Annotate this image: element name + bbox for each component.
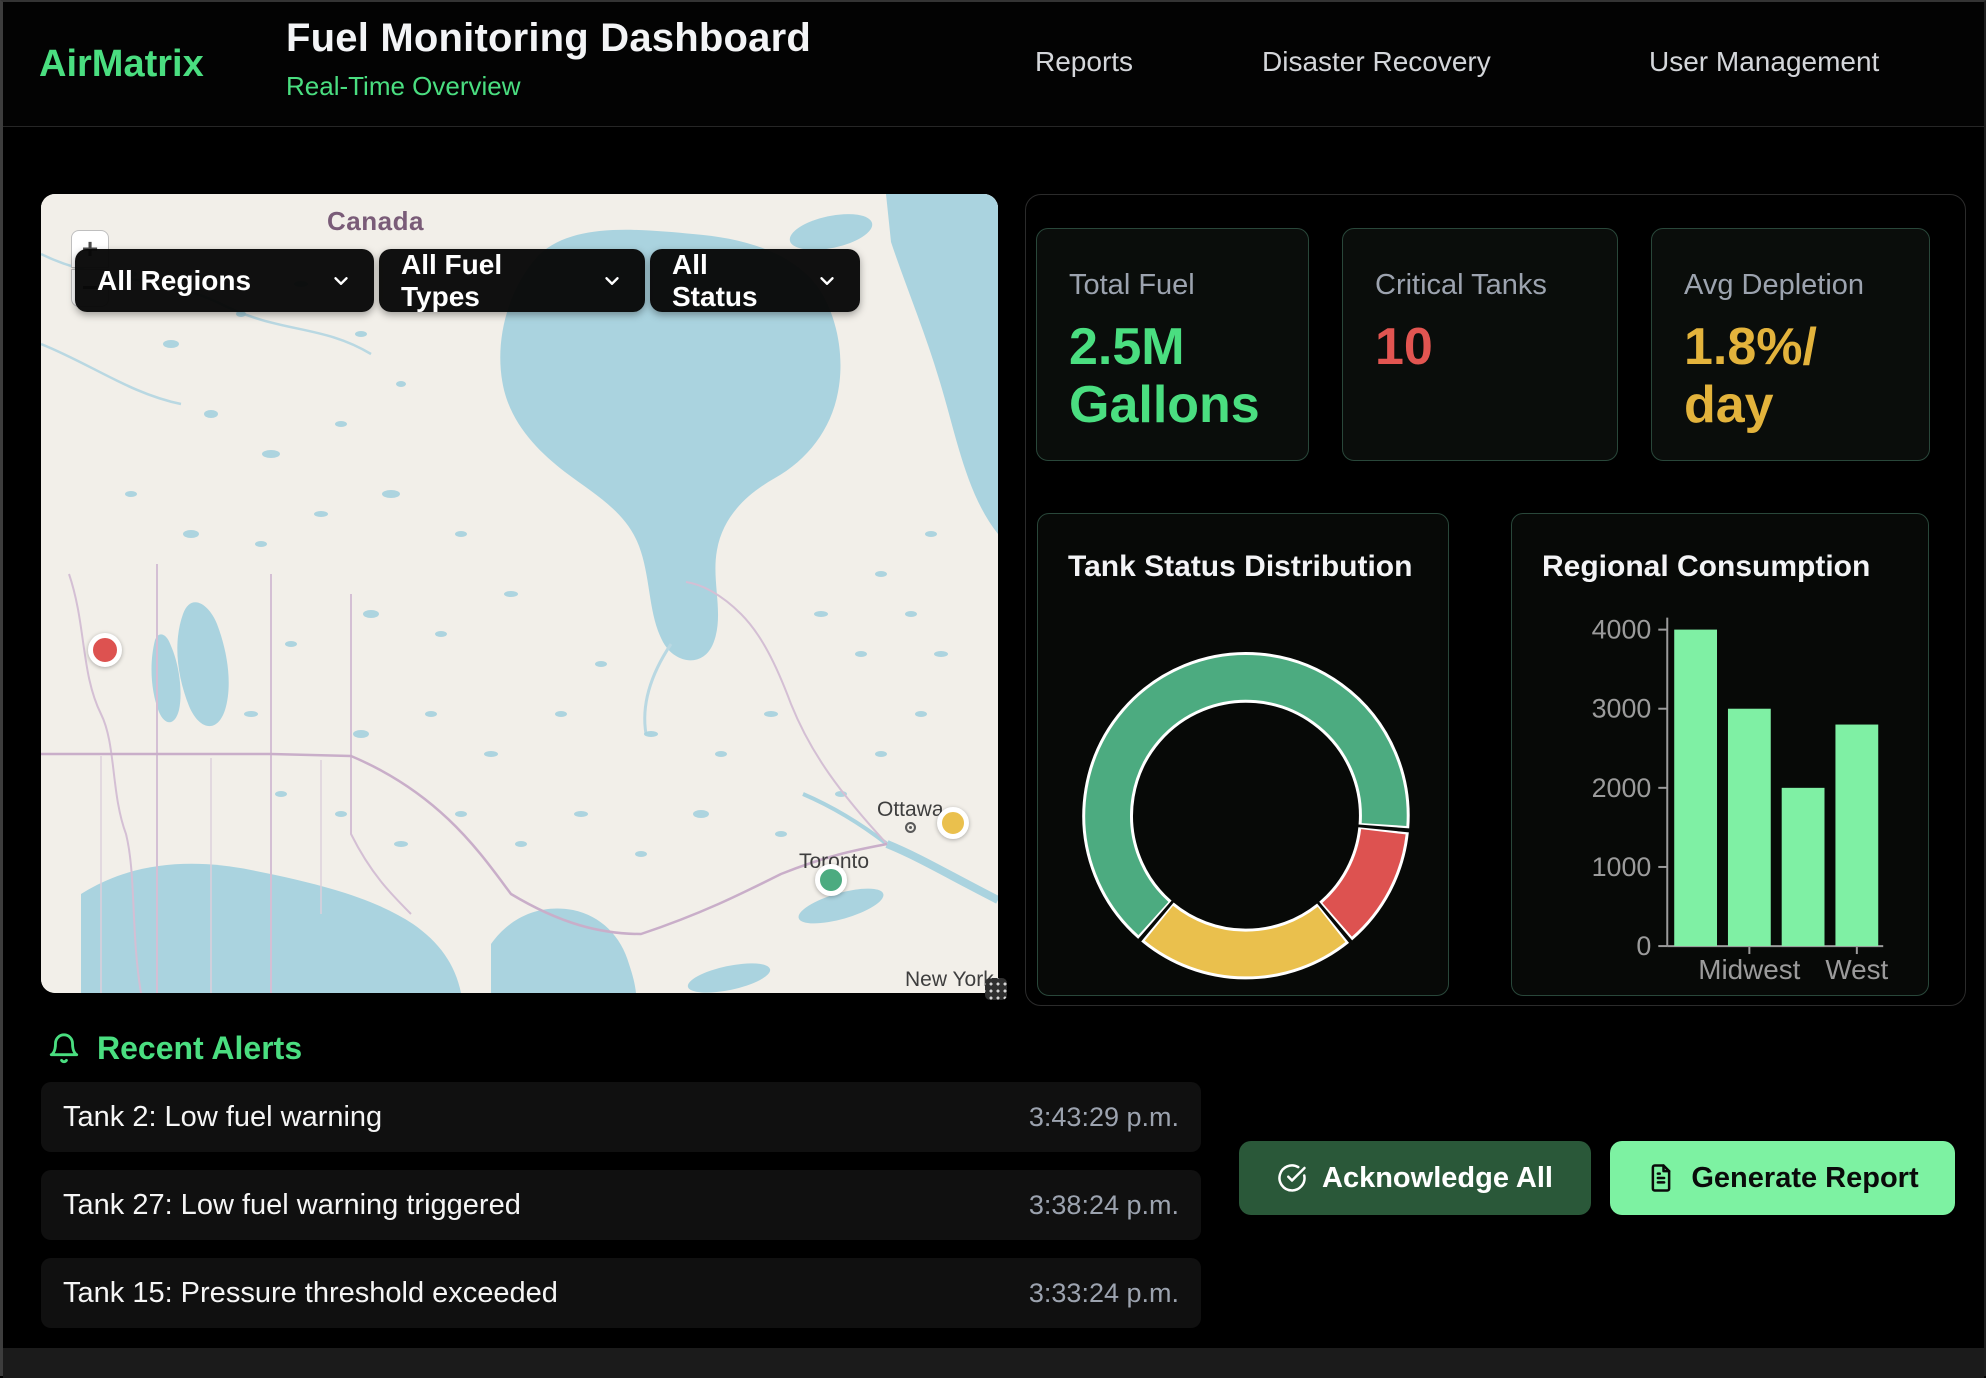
tank-map[interactable]: Canada Ottawa Toronto New York + − All R…	[41, 194, 998, 993]
fuel-type-filter-dropdown[interactable]: All Fuel Types	[379, 249, 645, 312]
alert-row[interactable]: Tank 15: Pressure threshold exceeded 3:3…	[41, 1258, 1201, 1328]
alert-time: 3:38:24 p.m.	[1029, 1190, 1179, 1221]
alert-time: 3:33:24 p.m.	[1029, 1278, 1179, 1309]
alert-time: 3:43:29 p.m.	[1029, 1102, 1179, 1133]
chevron-down-icon	[792, 270, 838, 292]
region-filter-value: All Regions	[97, 265, 251, 297]
regional-consumption-bar-chart: 0 1000 2000 3000 4000 Midwest West	[1512, 514, 1928, 995]
alert-text: Tank 2: Low fuel warning	[63, 1101, 382, 1134]
generate-report-label: Generate Report	[1691, 1162, 1918, 1195]
stat-label: Total Fuel	[1069, 269, 1276, 302]
svg-text:West: West	[1825, 954, 1888, 985]
svg-text:4000: 4000	[1592, 615, 1652, 645]
critical-tank-marker[interactable]	[88, 633, 122, 667]
page-subtitle: Real-Time Overview	[286, 71, 811, 102]
svg-text:1000: 1000	[1592, 852, 1652, 882]
top-bar: AirMatrix Fuel Monitoring Dashboard Real…	[3, 2, 1984, 127]
recent-alerts-title: Recent Alerts	[97, 1030, 302, 1067]
alert-row[interactable]: Tank 2: Low fuel warning 3:43:29 p.m.	[41, 1082, 1201, 1152]
status-filter-dropdown[interactable]: All Status	[650, 249, 860, 312]
stat-card-avg-depletion: Avg Depletion 1.8%/ day	[1651, 228, 1930, 461]
status-filter-value: All Status	[672, 249, 792, 313]
page-title: Fuel Monitoring Dashboard	[286, 16, 811, 61]
stat-value: 10	[1375, 318, 1585, 376]
overview-panel: Total Fuel 2.5M Gallons Critical Tanks 1…	[1025, 194, 1966, 1006]
bottom-strip	[3, 1348, 1984, 1378]
bell-icon	[47, 1032, 81, 1066]
brand-logo: AirMatrix	[39, 43, 204, 86]
map-label-new-york: New York	[905, 968, 994, 992]
stat-label: Avg Depletion	[1684, 269, 1897, 302]
generate-report-button[interactable]: Generate Report	[1610, 1141, 1955, 1215]
acknowledge-all-label: Acknowledge All	[1322, 1162, 1553, 1195]
nav-item-user-management[interactable]: User Management	[1649, 46, 1879, 78]
recent-alerts-header: Recent Alerts	[47, 1030, 302, 1067]
tank-status-chart-card: Tank Status Distribution	[1037, 513, 1449, 996]
svg-text:3000: 3000	[1592, 694, 1652, 724]
normal-tank-marker[interactable]	[815, 864, 847, 896]
ottawa-city-dot	[905, 822, 916, 833]
chevron-down-icon	[577, 270, 623, 292]
region-filter-dropdown[interactable]: All Regions	[75, 249, 374, 312]
regional-consumption-chart-card: Regional Consumption 01000200030004000Mi…	[1511, 513, 1929, 996]
map-resize-handle[interactable]	[985, 978, 1007, 1000]
stat-label: Critical Tanks	[1375, 269, 1585, 302]
map-label-ottawa: Ottawa	[877, 798, 944, 822]
map-label-canada: Canada	[327, 206, 424, 237]
warning-tank-marker[interactable]	[937, 807, 969, 839]
svg-text:0: 0	[1636, 931, 1651, 961]
nav-item-disaster-recovery[interactable]: Disaster Recovery	[1262, 46, 1491, 78]
alert-text: Tank 15: Pressure threshold exceeded	[63, 1277, 558, 1310]
acknowledge-all-button[interactable]: Acknowledge All	[1239, 1141, 1591, 1215]
chevron-down-icon	[306, 270, 352, 292]
fuel-type-filter-value: All Fuel Types	[401, 249, 577, 313]
title-block: Fuel Monitoring Dashboard Real-Time Over…	[286, 16, 811, 102]
document-icon	[1646, 1163, 1676, 1193]
stat-value: 1.8%/ day	[1684, 318, 1897, 434]
stat-card-critical-tanks: Critical Tanks 10	[1342, 228, 1618, 461]
check-circle-icon	[1277, 1163, 1307, 1193]
tank-status-donut-chart	[1038, 514, 1448, 995]
alert-text: Tank 27: Low fuel warning triggered	[63, 1189, 521, 1222]
nav-item-reports[interactable]: Reports	[1035, 46, 1133, 78]
svg-text:Midwest: Midwest	[1698, 954, 1800, 985]
svg-text:2000: 2000	[1592, 773, 1652, 803]
alert-row[interactable]: Tank 27: Low fuel warning triggered 3:38…	[41, 1170, 1201, 1240]
stat-value: 2.5M Gallons	[1069, 318, 1276, 434]
stat-card-total-fuel: Total Fuel 2.5M Gallons	[1036, 228, 1309, 461]
